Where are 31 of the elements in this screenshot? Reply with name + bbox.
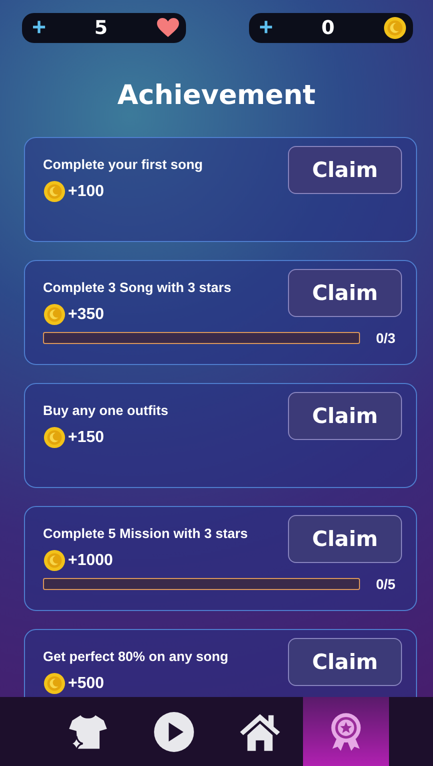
progress-count: 0/5: [376, 576, 396, 592]
heart-icon: [156, 16, 180, 40]
reward-amount: +100: [68, 182, 104, 200]
coin-icon: [43, 303, 66, 326]
coin-icon: [43, 426, 66, 449]
coin-icon: [43, 672, 66, 695]
reward-amount: +150: [68, 428, 104, 446]
achievement-title: Complete your first song: [43, 156, 204, 174]
reward-amount: +500: [68, 674, 104, 692]
coins-count: 0: [320, 17, 336, 39]
lives-count: 5: [93, 17, 109, 39]
page-title: Achievement: [116, 79, 317, 113]
achievement-title: Complete 3 Song with 3 stars: [43, 279, 232, 297]
achievement-title: Buy any one outfits: [43, 402, 170, 420]
coin-icon: [43, 180, 66, 203]
claim-button[interactable]: Claim: [288, 269, 402, 317]
coin-icon: [43, 549, 66, 572]
claim-button[interactable]: Claim: [288, 638, 402, 686]
claim-button[interactable]: Claim: [288, 146, 402, 194]
add-lives-button[interactable]: +: [32, 16, 46, 40]
claim-button[interactable]: Claim: [288, 392, 402, 440]
achievement-title: Get perfect 80% on any song: [43, 648, 230, 666]
progress-count: 0/3: [376, 330, 396, 346]
play-icon: [152, 710, 194, 752]
reward-amount: +350: [68, 306, 104, 324]
reward-amount: +1000: [68, 552, 113, 570]
achievement-title: Complete 5 Mission with 3 stars: [43, 525, 249, 543]
claim-button[interactable]: Claim: [288, 515, 402, 563]
achievements-tab[interactable]: [302, 697, 388, 766]
coin-icon: [383, 16, 407, 40]
add-coins-button[interactable]: +: [259, 16, 274, 40]
